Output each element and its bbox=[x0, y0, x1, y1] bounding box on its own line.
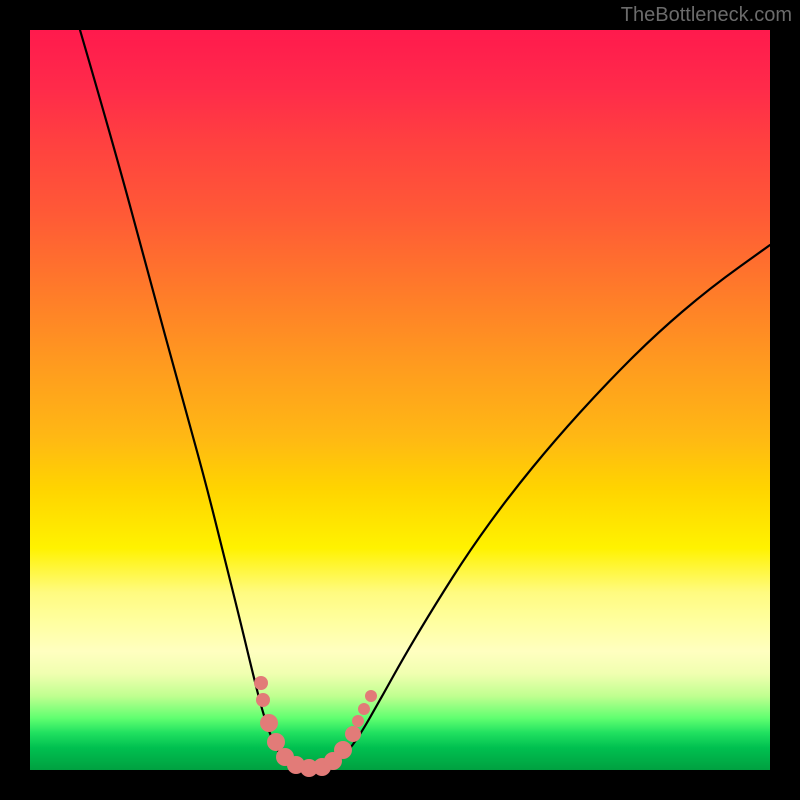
bottleneck-curve bbox=[80, 30, 770, 769]
highlight-dots bbox=[254, 676, 377, 777]
highlight-dot bbox=[345, 726, 361, 742]
plot-area bbox=[30, 30, 770, 770]
highlight-dot bbox=[358, 703, 370, 715]
plot-svg bbox=[30, 30, 770, 770]
highlight-dot bbox=[254, 676, 268, 690]
highlight-dot bbox=[256, 693, 270, 707]
highlight-dot bbox=[334, 741, 352, 759]
highlight-dot bbox=[365, 690, 377, 702]
highlight-dot bbox=[267, 733, 285, 751]
highlight-dot bbox=[260, 714, 278, 732]
chart-container: TheBottleneck.com bbox=[0, 0, 800, 800]
highlight-dot bbox=[352, 715, 364, 727]
watermark-text: TheBottleneck.com bbox=[621, 4, 792, 27]
